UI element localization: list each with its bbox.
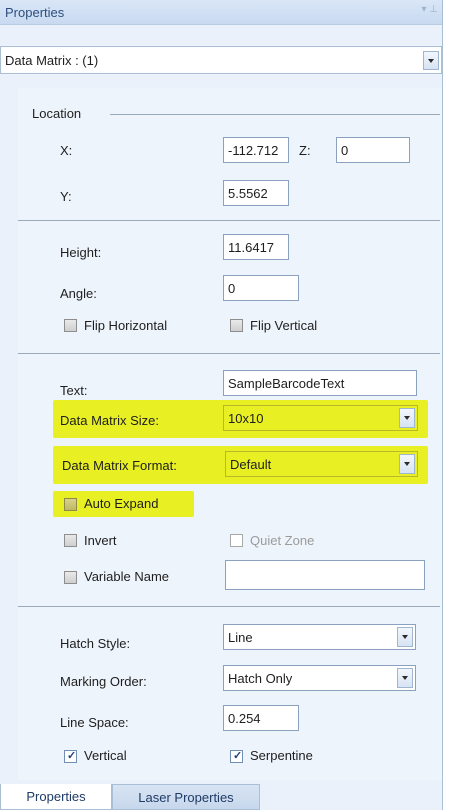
data-matrix-size-value: 10x10 [228,411,264,426]
data-matrix-size-dropdown-button[interactable] [399,408,415,428]
tab-properties[interactable]: Properties [0,784,112,810]
data-matrix-format-select[interactable]: Default [225,451,418,477]
y-label: Y: [60,189,72,204]
object-selector-value: Data Matrix : (1) [5,53,99,68]
marking-order-value: Hatch Only [228,671,293,686]
section-separator-2 [18,353,440,354]
text-label: Text: [60,383,88,398]
properties-titlebar: Properties ▾ ⊥ [0,0,442,25]
serpentine-label: Serpentine [250,748,313,763]
properties-panel: Properties ▾ ⊥ Data Matrix : (1) Locatio… [0,0,443,810]
variable-name-checkbox[interactable] [64,571,77,584]
z-input[interactable]: 0 [336,137,410,163]
auto-expand-label: Auto Expand [84,496,159,511]
marking-order-label: Marking Order: [60,674,147,689]
check-icon: ✓ [233,750,243,762]
hatch-style-dropdown-button[interactable] [397,627,413,647]
angle-input[interactable]: 0 [223,275,299,301]
chevron-down-icon [404,416,410,420]
height-input[interactable]: 11.6417 [223,234,289,260]
chevron-down-icon [404,462,410,466]
check-icon: ✓ [67,750,77,762]
invert-checkbox[interactable] [64,534,77,547]
invert-label: Invert [84,533,117,548]
chevron-down-icon [428,58,434,63]
hatch-style-value: Line [228,630,253,645]
vertical-checkbox[interactable]: ✓ [64,750,77,763]
quiet-zone-checkbox [230,534,243,547]
object-selector[interactable]: Data Matrix : (1) [0,46,442,74]
quiet-zone-label: Quiet Zone [250,533,315,548]
flip-horizontal-checkbox[interactable] [64,319,77,332]
data-matrix-format-value: Default [230,457,272,472]
bottom-tab-strip: Properties Laser Properties [0,784,442,810]
z-label: Z: [299,143,311,158]
line-space-input[interactable]: 0.254 [223,705,299,731]
section-separator-3 [18,606,440,607]
flip-vertical-label: Flip Vertical [250,318,318,333]
object-selector-dropdown-button[interactable] [423,51,439,70]
angle-label: Angle: [60,286,97,301]
flip-vertical-checkbox[interactable] [230,319,243,332]
tab-laser-properties[interactable]: Laser Properties [112,784,260,810]
chevron-down-icon [402,676,408,680]
data-matrix-size-label: Data Matrix Size: [60,413,159,428]
vertical-label: Vertical [84,748,127,763]
flip-horizontal-label: Flip Horizontal [84,318,168,333]
hatch-style-select[interactable]: Line [223,624,416,650]
location-group-label: Location [32,106,82,121]
section-separator-1 [18,220,440,221]
panel-title: Properties [5,5,65,20]
height-label: Height: [60,245,102,260]
text-input[interactable]: SampleBarcodeText [223,370,417,396]
variable-name-label: Variable Name [84,569,170,584]
data-matrix-size-select[interactable]: 10x10 [223,405,418,431]
marking-order-dropdown-button[interactable] [397,668,413,688]
location-separator [110,114,440,115]
data-matrix-format-label: Data Matrix Format: [62,458,177,473]
marking-order-select[interactable]: Hatch Only [223,665,416,691]
pin-icon[interactable]: ▾ ⊥ [421,4,438,15]
y-input[interactable]: 5.5562 [223,180,289,206]
serpentine-checkbox[interactable]: ✓ [230,750,243,763]
auto-expand-checkbox[interactable] [64,498,77,511]
x-input[interactable]: -112.712 [223,137,289,163]
data-matrix-format-dropdown-button[interactable] [399,454,415,474]
chevron-down-icon [402,635,408,639]
variable-name-input[interactable] [225,560,425,590]
line-space-label: Line Space: [60,715,129,730]
hatch-style-label: Hatch Style: [60,636,131,651]
property-grid: Location X: -112.712 Z: 0 Y: 5.5562 Heig… [18,88,442,780]
x-label: X: [60,143,73,158]
